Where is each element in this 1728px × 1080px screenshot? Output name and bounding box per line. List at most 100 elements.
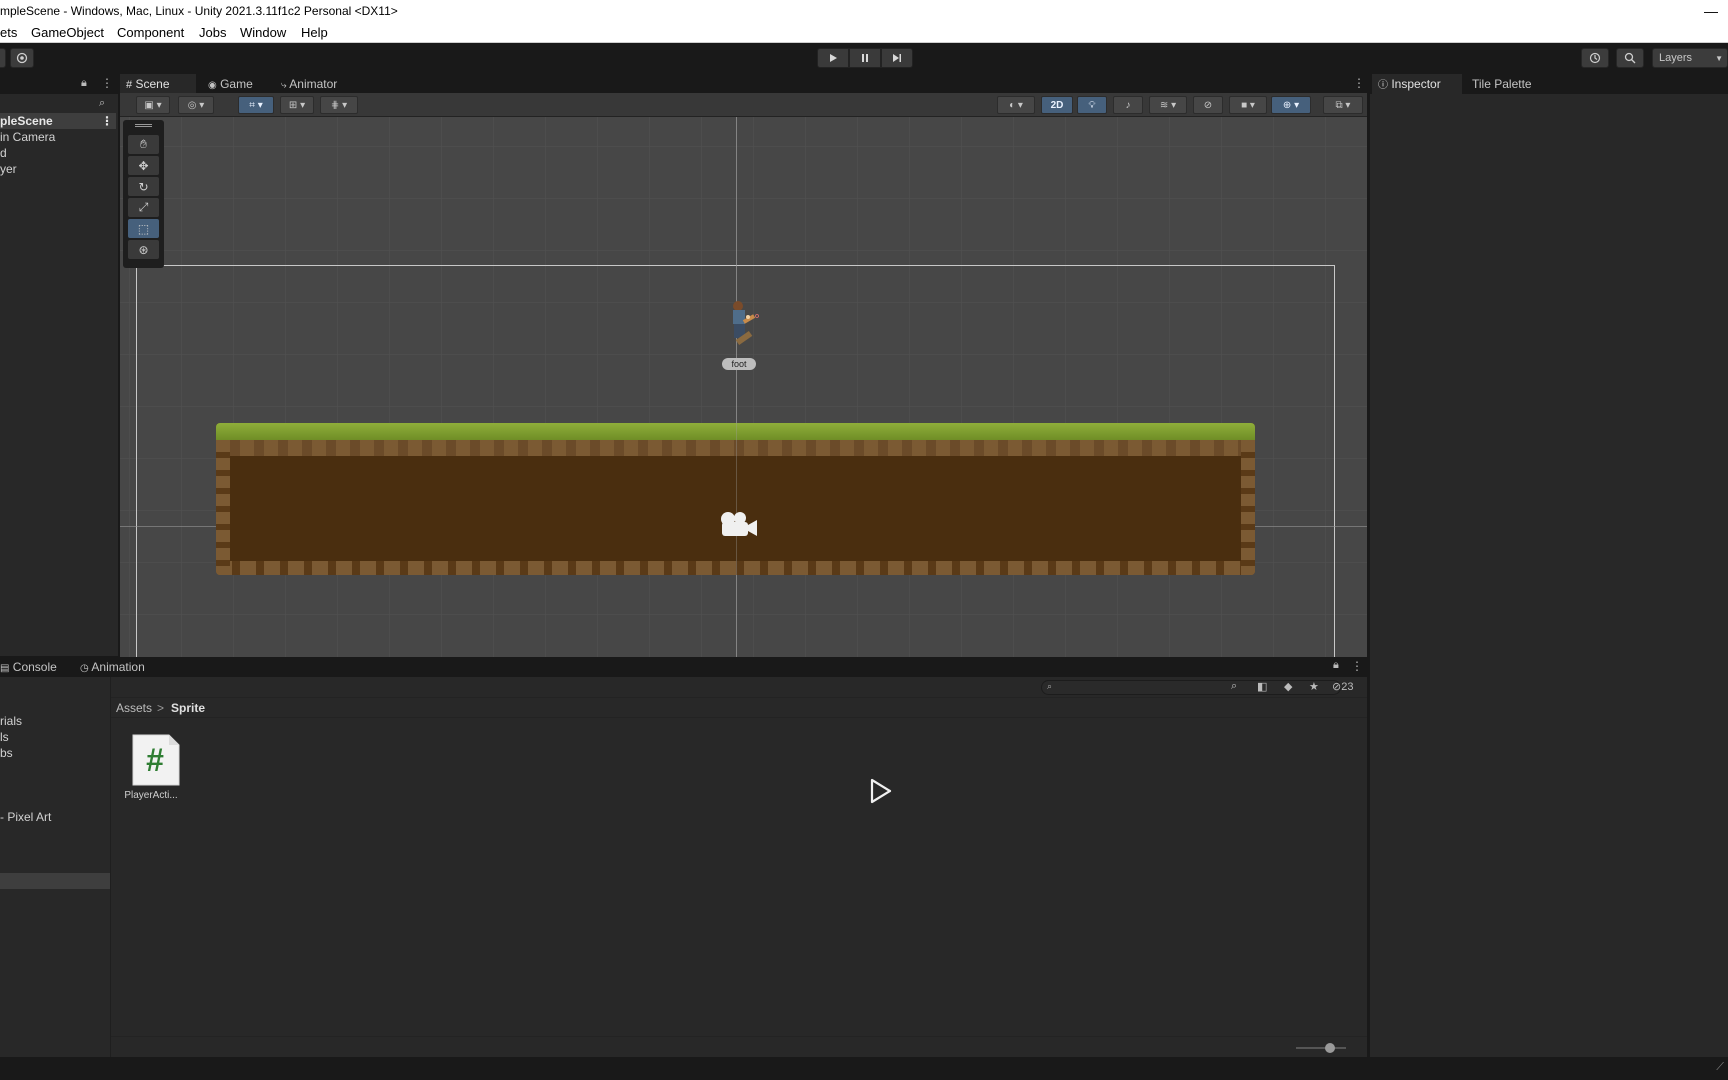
lock-icon[interactable]: 🔒︎ (1333, 659, 1339, 672)
folder-models[interactable]: ls (0, 729, 9, 745)
layers-label: Layers (1659, 52, 1693, 64)
gizmos-icon: ⊕ ▾ (1282, 99, 1300, 111)
drag-handle-icon[interactable] (135, 124, 152, 127)
camera-settings-dropdown[interactable]: ■ ▾ (1229, 96, 1267, 114)
icon-size-slider-track[interactable] (1296, 1047, 1346, 1049)
lighting-toggle[interactable]: 💡︎ (1077, 96, 1107, 114)
playback-controls (817, 48, 913, 68)
minimize-button[interactable]: — (1704, 0, 1718, 22)
more-options-icon[interactable]: ⋮ (1351, 659, 1363, 673)
menu-help[interactable]: Help (301, 22, 328, 43)
search-filter-icon[interactable]: ⌕ (99, 97, 105, 110)
folder-materials[interactable]: rials (0, 713, 22, 729)
hierarchy-item-ground[interactable]: d (0, 145, 7, 161)
csharp-script-icon: # (132, 734, 180, 786)
gamepad-icon: ◉ (208, 80, 217, 91)
more-options-icon[interactable]: ⋮ (101, 76, 113, 90)
search-by-type-icon[interactable]: ⌕ (1231, 680, 1237, 693)
filter-by-label-icon[interactable]: ◆ (1284, 680, 1292, 693)
project-search-input[interactable]: ⌕ (1041, 680, 1341, 695)
project-assets-view: Assets > Sprite # PlayerActi... (111, 698, 1370, 1036)
move-icon: ✥ (138, 158, 149, 173)
draw-mode-dropdown[interactable]: ▣ ▾ (136, 96, 170, 114)
grid-snap-toggle[interactable]: ⌗ ▾ (238, 96, 274, 114)
move-tool-button[interactable]: ✥ (128, 156, 159, 175)
hierarchy-scene-row[interactable]: pleScene ⋮ (0, 113, 116, 129)
icon-size-slider-thumb[interactable] (1325, 1043, 1335, 1053)
breadcrumb-assets[interactable]: Assets (116, 701, 152, 715)
filter-by-type-icon[interactable]: ◧ (1257, 680, 1267, 693)
shading-mode-dropdown[interactable]: ◐ ▾ (997, 96, 1035, 114)
folder-selected[interactable] (0, 873, 111, 889)
scene-options-icon[interactable]: ⋮ (1353, 76, 1365, 90)
scene-visibility-toggle[interactable]: ⊘ (1193, 96, 1223, 114)
resize-grip-icon[interactable]: ⟋ (1716, 1061, 1724, 1074)
menu-window[interactable]: Window (240, 22, 286, 43)
rect-tool-button[interactable]: ⬚ (128, 219, 159, 238)
menu-component[interactable]: Component (117, 22, 184, 43)
camera-gizmo-icon[interactable] (716, 509, 760, 541)
2d-toggle[interactable]: 2D (1041, 96, 1073, 114)
lock-icon[interactable]: 🔒︎ (81, 77, 87, 90)
folder-prefabs[interactable]: bs (0, 745, 13, 761)
overlays-dropdown[interactable]: ⧉ ▾ (1323, 96, 1363, 114)
menu-assets[interactable]: ets (0, 22, 17, 43)
scene-viewport[interactable]: foot ✋︎ ✥ ↻ ⤢ ⬚ ⊛ (120, 117, 1367, 657)
hand-tool-button[interactable]: ✋︎ (128, 135, 159, 154)
tab-console[interactable]: ▤ Console (0, 657, 63, 677)
search-button[interactable] (1616, 48, 1644, 68)
play-button[interactable] (817, 48, 849, 68)
console-icon: ▤ (0, 663, 10, 674)
rect-icon: ⬚ (137, 221, 150, 236)
increment-snap-toggle[interactable]: ⋕ ▾ (320, 96, 358, 114)
tab-game[interactable]: ◉ Game (202, 74, 259, 94)
folder-pixel-art[interactable]: - Pixel Art (0, 809, 51, 825)
hierarchy-item-main-camera[interactable]: in Camera (0, 129, 55, 145)
tab-scene-label: Scene (135, 77, 170, 91)
gizmos-dropdown[interactable]: ⊕ ▾ (1271, 96, 1311, 114)
project-search-row: ⌕ ⌕ ◧ ◆ ★ ⊘23 (111, 677, 1370, 698)
grid-visibility-toggle[interactable]: ⊞ ▾ (280, 96, 314, 114)
breadcrumb-sprite[interactable]: Sprite (171, 701, 205, 715)
menu-bar: ets GameObject Component Jobs Window Hel… (0, 22, 1728, 43)
scale-icon: ⤢ (138, 200, 149, 214)
rotate-tool-button[interactable]: ↻ (128, 177, 159, 196)
tab-scene[interactable]: # Scene (120, 74, 196, 94)
foot-gizmo-label: foot (722, 358, 756, 370)
search-icon: ⌕ (1047, 681, 1053, 691)
effects-dropdown[interactable]: ≋ ▾ (1149, 96, 1187, 114)
layers-dropdown[interactable]: Layers ▼ (1652, 48, 1728, 68)
hierarchy-item-player[interactable]: yer (0, 161, 17, 177)
scale-tool-button[interactable]: ⤢ (128, 198, 159, 217)
tab-animator[interactable]: ⤷ Animator (275, 74, 343, 94)
hidden-count: 23 (1341, 681, 1354, 693)
menu-jobs[interactable]: Jobs (199, 22, 226, 43)
pause-button[interactable] (849, 48, 881, 68)
hidden-packages-toggle[interactable]: ⊘23 (1332, 680, 1353, 693)
transform-tool-button[interactable]: ⊛ (128, 240, 159, 259)
scene-options-icon[interactable]: ⋮ (101, 113, 113, 129)
tab-inspector-label: Inspector (1391, 77, 1441, 91)
tab-tile-palette[interactable]: Tile Palette (1466, 74, 1538, 94)
cloud-button[interactable] (10, 48, 34, 68)
animator-icon: ⤷ (281, 80, 287, 91)
favorite-star-icon[interactable]: ★ (1309, 680, 1319, 693)
tab-game-label: Game (220, 77, 253, 91)
tab-inspector[interactable]: ⓘ Inspector (1372, 74, 1462, 94)
cursor-play-icon (870, 778, 892, 804)
player-sprite[interactable] (724, 299, 760, 355)
step-icon (893, 54, 901, 62)
menu-gameobject[interactable]: GameObject (31, 22, 104, 43)
info-icon: ⓘ (1378, 80, 1388, 91)
overlays-icon: ⧉ ▾ (1335, 99, 1351, 111)
play-icon (830, 54, 837, 62)
undo-history-button[interactable] (1581, 48, 1609, 68)
asset-item[interactable]: # PlayerActi... (124, 733, 180, 805)
tab-animation[interactable]: ◷ Animation (74, 657, 151, 677)
tab-animation-label: Animation (91, 660, 145, 674)
audio-toggle[interactable]: ♪ (1113, 96, 1143, 114)
global-toggle[interactable]: ◎ ▾ (178, 96, 214, 114)
account-button[interactable] (0, 48, 6, 68)
step-button[interactable] (881, 48, 913, 68)
bottom-tabstrip: ▤ Console ◷ Animation 🔒︎ ⋮ (0, 657, 1370, 677)
